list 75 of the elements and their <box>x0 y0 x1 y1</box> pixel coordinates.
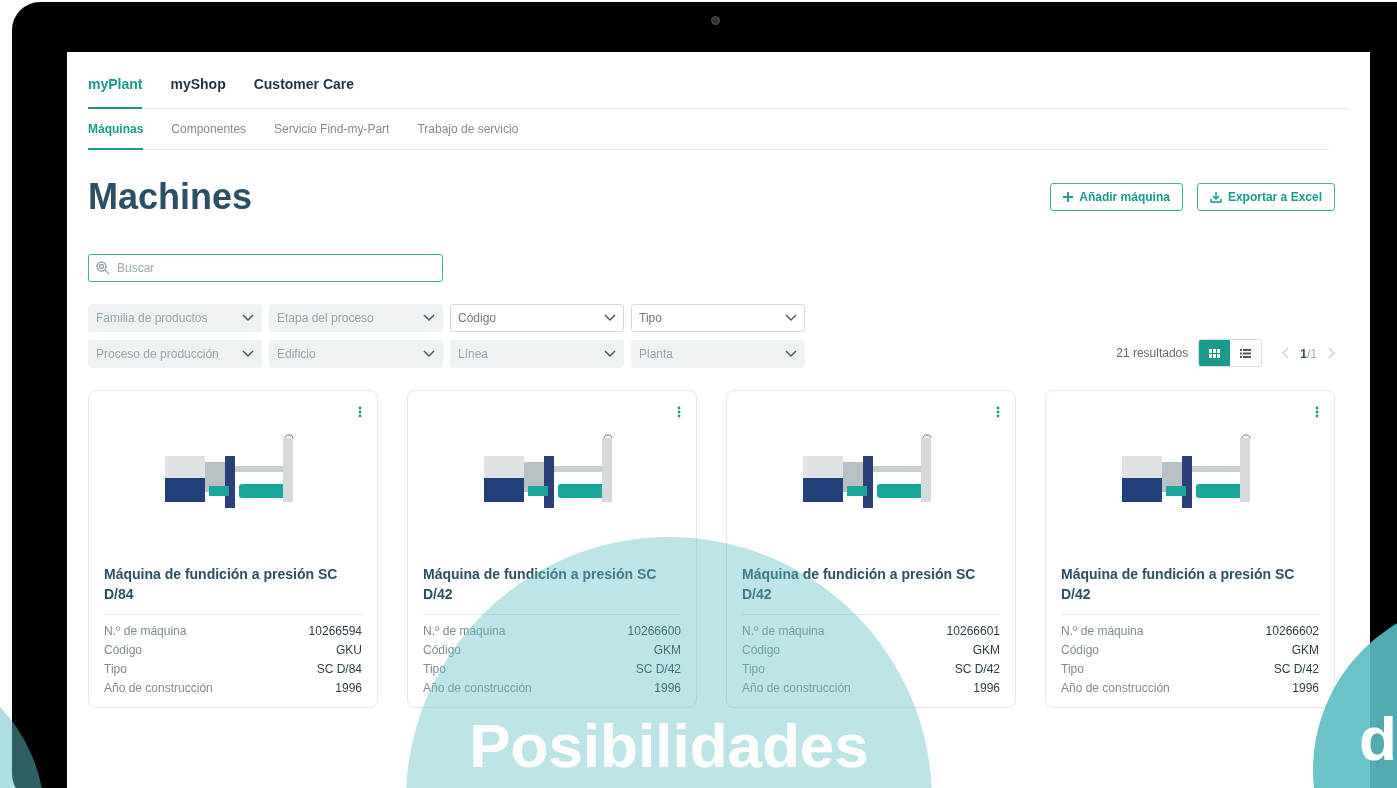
nav-tab[interactable]: Customer Care <box>253 74 355 109</box>
more-options-icon[interactable] <box>996 406 1000 418</box>
field-value: GKU <box>336 642 362 658</box>
field-value: GKM <box>653 642 681 658</box>
field-value: GKM <box>972 642 1000 658</box>
field-value: 1996 <box>654 680 681 696</box>
add-machine-button[interactable]: Añadir máquina <box>1050 183 1183 211</box>
field-label: Tipo <box>1061 661 1084 677</box>
field-value: 10266594 <box>308 623 362 639</box>
field-label: Tipo <box>104 661 127 677</box>
field-value: 10266602 <box>1265 623 1319 639</box>
field-value: 1996 <box>1292 680 1319 696</box>
nav-tab[interactable]: myPlant <box>88 74 143 109</box>
field-label: Año de construcción <box>104 680 213 696</box>
search-input[interactable]: Buscar <box>117 259 436 277</box>
chevron-down-icon <box>242 350 254 358</box>
machine-card[interactable]: Máquina de fundición a presión SC D/42 N.º de máquina 10266601 Código GKM Tipo SC D/42 Año de construcción 1996 <box>726 390 1016 708</box>
more-options-icon[interactable] <box>1315 406 1319 418</box>
sub-tab[interactable]: Máquinas <box>88 110 144 150</box>
more-options-icon[interactable] <box>358 406 362 418</box>
field-label: N.º de máquina <box>1061 623 1144 639</box>
more-options-icon[interactable] <box>677 406 681 418</box>
field-value: 10266600 <box>627 623 681 639</box>
field-value: SC D/42 <box>635 661 681 677</box>
overlay-heading: Posibilidades <box>469 715 869 777</box>
machine-card[interactable]: Máquina de fundición a presión SC D/42 N.º de máquina 10266602 Código GKM Tipo SC D/42 Año de construcción 1996 <box>1045 390 1335 708</box>
field-label: Código <box>742 642 781 658</box>
filter-dropdown[interactable]: Código <box>450 304 624 332</box>
field-label: Tipo <box>742 661 765 677</box>
field-label: N.º de máquina <box>104 623 187 639</box>
field-label: N.º de máquina <box>742 623 825 639</box>
field-label: Año de construcción <box>742 680 851 696</box>
overlay-heading: d <box>1359 708 1397 770</box>
field-value: 1996 <box>973 680 1000 696</box>
chevron-down-icon <box>423 350 435 358</box>
list-icon <box>1240 348 1252 358</box>
chevron-down-icon <box>785 314 797 322</box>
filter-dropdown[interactable]: Tipo <box>631 304 805 332</box>
field-value: SC D/42 <box>1273 661 1319 677</box>
camera-icon <box>711 16 720 25</box>
search-icon <box>95 260 111 276</box>
results-count: 21 resultados <box>1116 345 1189 362</box>
chevron-down-icon <box>423 314 435 322</box>
field-label: Código <box>423 642 462 658</box>
field-value: 1996 <box>335 680 362 696</box>
card-title: Máquina de fundición a presión SC D/42 <box>423 564 681 615</box>
machine-card[interactable]: Máquina de fundición a presión SC D/84 N.º de máquina 10266594 Código GKU Tipo SC D/84 Año de construcción 1996 <box>88 390 378 708</box>
sub-tab[interactable]: Componentes <box>171 110 247 150</box>
page-title: Machines <box>88 175 253 219</box>
field-value: SC D/84 <box>316 661 362 677</box>
field-value: GKM <box>1291 642 1319 658</box>
current-page: 1 <box>1300 347 1307 361</box>
grid-icon <box>1209 348 1221 358</box>
plus-icon <box>1063 192 1074 202</box>
search-field[interactable]: Buscar <box>88 254 443 282</box>
grid-view-button[interactable] <box>1199 340 1231 366</box>
field-label: Tipo <box>423 661 446 677</box>
sub-tab[interactable]: Trabajo de servicio <box>417 110 519 150</box>
chevron-down-icon <box>604 350 616 358</box>
chevron-down-icon <box>242 314 254 322</box>
field-label: Código <box>104 642 143 658</box>
field-label: Código <box>1061 642 1100 658</box>
export-button[interactable]: Exportar a Excel <box>1196 183 1335 211</box>
field-value: SC D/42 <box>954 661 1000 677</box>
page-total: /1 <box>1307 347 1317 361</box>
chevron-down-icon <box>604 314 616 322</box>
chevron-down-icon <box>785 350 797 358</box>
nav-tab[interactable]: myShop <box>170 74 226 109</box>
sub-tab[interactable]: Servicio Find-my-Part <box>274 110 390 150</box>
field-label: Año de construcción <box>1061 680 1170 696</box>
card-title: Máquina de fundición a presión SC D/42 <box>742 564 1000 615</box>
field-value: 10266601 <box>946 623 1000 639</box>
card-title: Máquina de fundición a presión SC D/84 <box>104 564 362 615</box>
card-title: Máquina de fundición a presión SC D/42 <box>1061 564 1319 615</box>
download-icon <box>1209 191 1222 203</box>
